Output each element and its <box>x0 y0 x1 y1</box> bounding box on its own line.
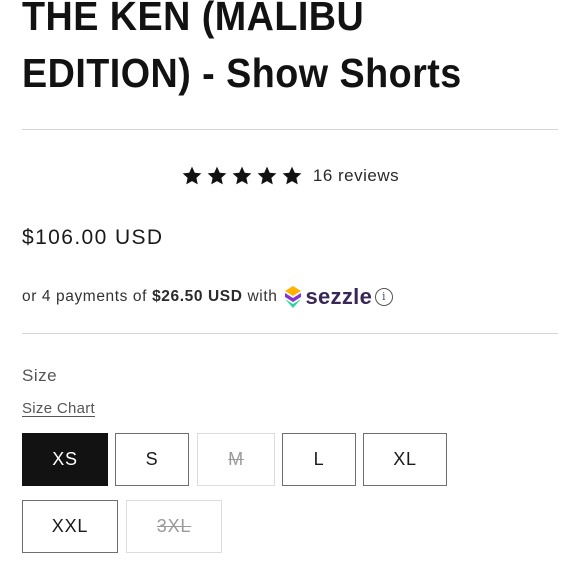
size-option-s[interactable]: S <box>115 433 189 486</box>
size-label: Size <box>22 366 58 385</box>
divider <box>22 333 558 334</box>
divider <box>22 129 558 130</box>
star-icon <box>257 166 277 185</box>
size-option-xl[interactable]: XL <box>363 433 447 486</box>
size-option-l[interactable]: L <box>282 433 356 486</box>
size-chart-link[interactable]: Size Chart <box>22 400 95 417</box>
info-icon[interactable]: i <box>375 288 394 306</box>
star-rating <box>181 165 303 187</box>
reviews-link[interactable]: 16 reviews <box>313 166 399 186</box>
star-icon <box>207 166 227 185</box>
product-info-panel: THE KEN (MALIBU EDITION) - Show Shorts 1… <box>0 0 580 580</box>
sezzle-logo[interactable]: sezzle <box>283 285 372 309</box>
sezzle-mark-icon <box>285 286 302 308</box>
star-icon <box>232 166 252 185</box>
installments-connector: with <box>247 288 278 305</box>
rating-summary[interactable]: 16 reviews <box>0 165 580 187</box>
size-option-3xl[interactable]: 3XL <box>126 500 222 553</box>
size-option-xs[interactable]: XS <box>22 433 108 486</box>
star-icon <box>282 166 302 185</box>
installments-message: or 4 payments of $26.50 USD with sezzle … <box>22 285 394 309</box>
size-option-m[interactable]: M <box>197 433 275 486</box>
size-option-xxl[interactable]: XXL <box>22 500 118 553</box>
installments-prefix: or 4 payments of <box>22 288 148 305</box>
star-icon <box>182 166 202 185</box>
sezzle-wordmark: sezzle <box>305 284 373 309</box>
product-title: THE KEN (MALIBU EDITION) - Show Shorts <box>22 0 462 96</box>
installments-amount: $26.50 USD <box>152 288 243 305</box>
product-price: $106.00 USD <box>22 226 164 249</box>
